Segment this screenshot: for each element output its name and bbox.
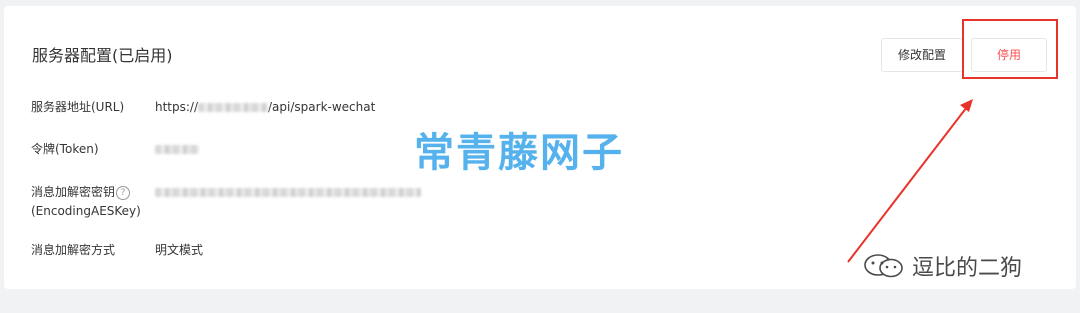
field-label-url: 服务器地址(URL) (31, 100, 125, 114)
url-prefix: https:// (155, 100, 199, 114)
redacted-token (155, 145, 199, 154)
aes-key-label-en: (EncodingAESKey) (31, 204, 141, 218)
field-label-token: 令牌(Token) (31, 142, 99, 156)
signature-text: 逗比的二狗 (912, 256, 1023, 281)
redacted-domain (198, 103, 269, 112)
field-value-token (155, 140, 199, 159)
field-label-encrypt-mode: 消息加解密方式 (31, 243, 116, 257)
redacted-aes-key (155, 188, 421, 197)
modify-config-button[interactable]: 修改配置 (881, 38, 963, 72)
field-value-encrypt-mode: 明文模式 (155, 243, 204, 257)
annotation-highlight-box (962, 19, 1058, 79)
url-suffix: /api/spark-wechat (268, 100, 376, 114)
field-label-aes-key: 消息加解密密钥? (EncodingAESKey) (31, 183, 141, 221)
aes-key-label: 消息加解密密钥 (31, 185, 116, 199)
signature: 逗比的二狗 (862, 250, 1022, 282)
page-title: 服务器配置(已启用) (32, 46, 173, 65)
field-value-aes-key (155, 183, 421, 202)
watermark-text: 常青藤网子 (414, 130, 624, 176)
help-icon[interactable]: ? (116, 185, 131, 200)
wechat-icon (864, 254, 903, 278)
field-value-url: https:// /api/spark-wechat (155, 98, 375, 117)
